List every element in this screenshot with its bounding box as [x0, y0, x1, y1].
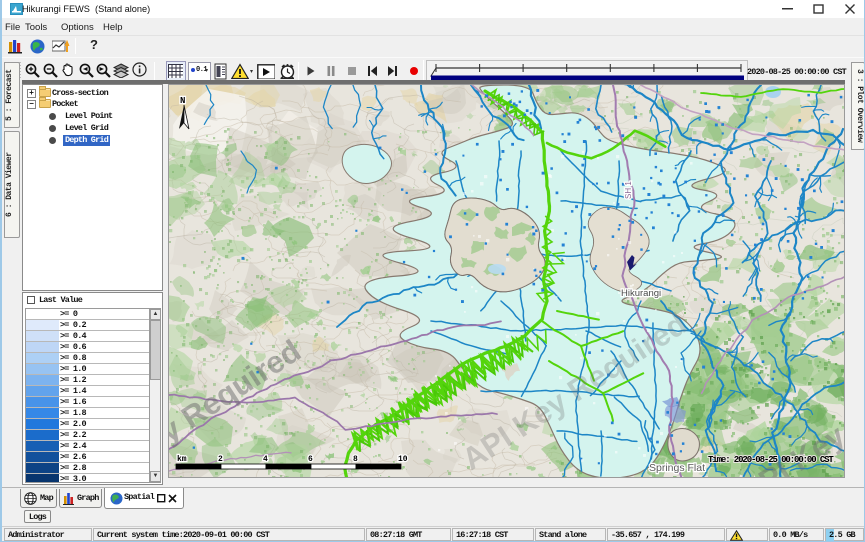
svg-text:2: 2: [218, 455, 223, 464]
svg-text:km: km: [177, 455, 187, 464]
svg-text:6: 6: [308, 455, 313, 464]
svg-text:8: 8: [353, 455, 358, 464]
svg-text:4: 4: [263, 455, 268, 464]
svg-text:Hikurangi: Hikurangi: [621, 288, 661, 299]
svg-text:10: 10: [398, 455, 408, 464]
svg-text:SH 1: SH 1: [624, 181, 633, 199]
svg-text:N: N: [180, 96, 185, 106]
svg-text:Time: 2020-08-25 00:00:00 CST: Time: 2020-08-25 00:00:00 CST: [708, 455, 834, 465]
svg-text:Springs Flat: Springs Flat: [649, 462, 705, 474]
